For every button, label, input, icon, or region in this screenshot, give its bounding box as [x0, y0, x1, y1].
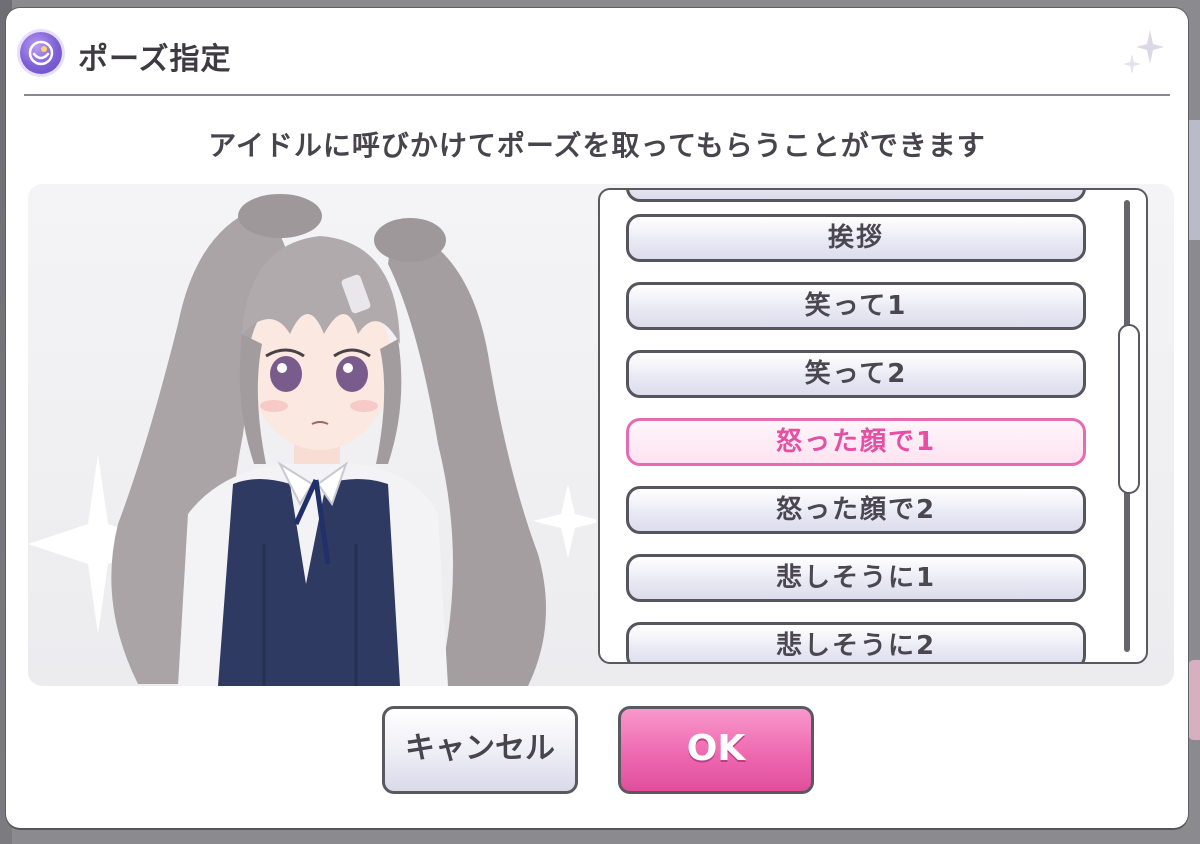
dialog-header: ポーズ指定 — [6, 8, 1188, 96]
cancel-button[interactable]: キャンセル — [382, 706, 578, 794]
scrollbar-thumb[interactable] — [1118, 324, 1140, 494]
dialog-title: ポーズ指定 — [78, 42, 232, 77]
pose-item-smile-2[interactable]: 笑って2 — [626, 350, 1086, 398]
pose-list[interactable]: 挨拶 笑って1 笑って2 怒った顔で1 怒った顔で2 悲しそうに1 悲しそうに2 — [598, 188, 1148, 664]
content-panel: 挨拶 笑って1 笑って2 怒った顔で1 怒った顔で2 悲しそうに1 悲しそうに2 — [28, 184, 1174, 686]
background-app-edge-right — [1186, 120, 1200, 240]
pose-item-sad-2[interactable]: 悲しそうに2 — [626, 622, 1086, 662]
idol-portrait — [28, 184, 596, 686]
sparkle-right — [533, 484, 596, 558]
ok-button[interactable]: OK — [618, 706, 814, 794]
pose-item-angry-1[interactable]: 怒った顔で1 — [626, 418, 1086, 466]
pose-item-greeting[interactable]: 挨拶 — [626, 214, 1086, 262]
pose-item-angry-2[interactable]: 怒った顔で2 — [626, 486, 1086, 534]
pose-item-smile-1[interactable]: 笑って1 — [626, 282, 1086, 330]
pose-dialog: ポーズ指定 アイドルに呼びかけてポーズを取ってもらうことができます 挨拶 笑って… — [6, 8, 1188, 828]
header-divider — [24, 94, 1170, 96]
pose-item-partial-top[interactable] — [626, 190, 1086, 202]
instruction-text: アイドルに呼びかけてポーズを取ってもらうことができます — [208, 129, 986, 162]
pose-item-sad-1[interactable]: 悲しそうに1 — [626, 554, 1086, 602]
sparkle-icon — [1122, 28, 1166, 80]
background-app-edge-right-lower — [1188, 660, 1200, 740]
pose-badge-icon — [20, 32, 62, 74]
